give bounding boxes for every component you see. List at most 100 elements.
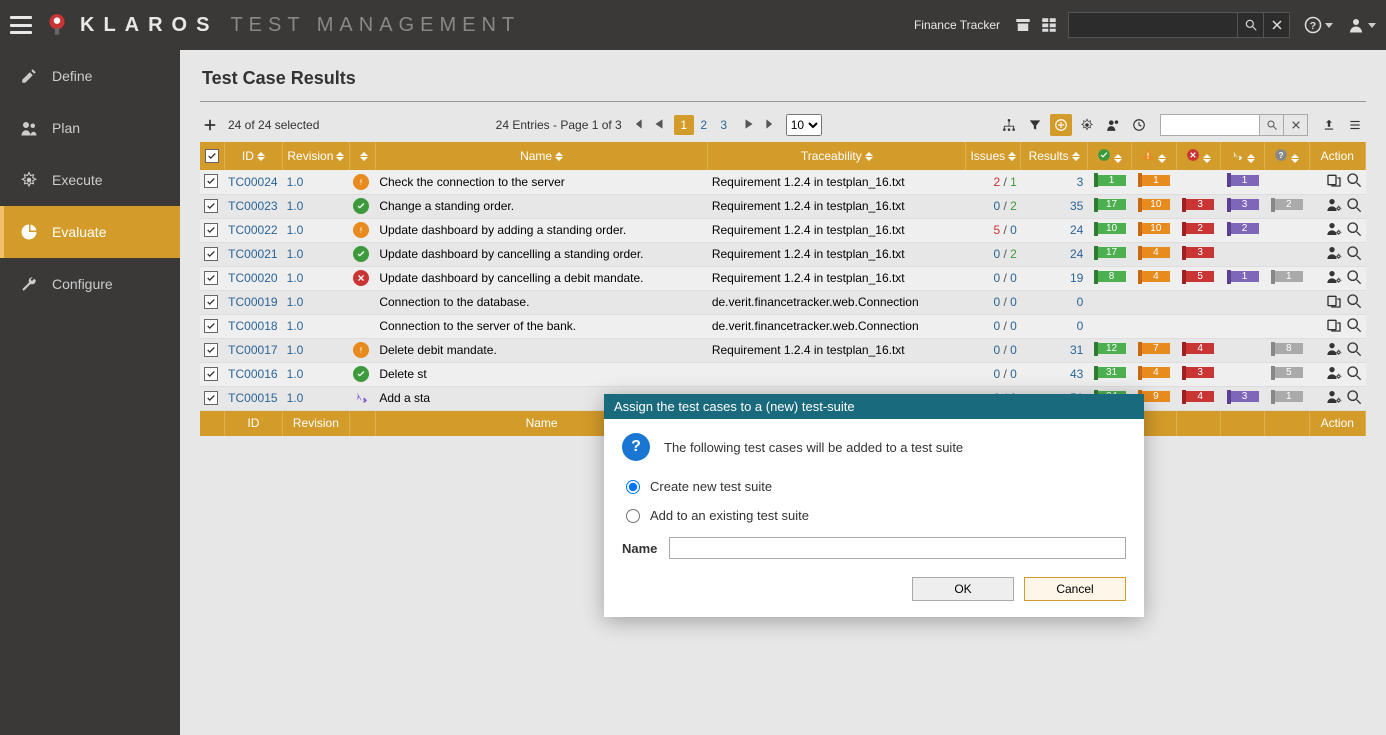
ok-button[interactable]: OK [912,577,1014,601]
magnify-icon[interactable] [1346,293,1362,309]
result-badge: 12 [1094,342,1126,356]
last-page-button[interactable] [764,117,778,134]
add-existing-radio[interactable] [626,509,640,523]
add-button[interactable] [200,115,220,135]
testcase-id-link[interactable]: TC00023 [228,199,277,213]
magnify-icon[interactable] [1346,317,1362,333]
add-existing-suite-option[interactable]: Add to an existing test suite [626,508,1126,523]
table-filter-search-button[interactable] [1260,114,1284,136]
dashboard-icon[interactable] [1040,16,1058,34]
create-new-suite-option[interactable]: Create new test suite [626,479,1126,494]
shuffle-header[interactable] [1220,142,1264,170]
traceability-value: de.verit.financetracker.web.Connection [708,290,966,314]
user-action-icon[interactable] [1326,341,1342,357]
magnify-icon[interactable] [1346,269,1362,285]
testcase-id-link[interactable]: TC00022 [228,223,277,237]
sidebar-item-execute[interactable]: Execute [0,154,180,206]
status-header[interactable] [349,142,375,170]
result-badge: 10 [1138,222,1170,236]
page-3[interactable]: 3 [714,115,734,135]
cancel-button[interactable]: Cancel [1024,577,1126,601]
user-action-icon[interactable] [1326,389,1342,405]
table-filter-clear-button[interactable] [1284,114,1308,136]
search-clear-button[interactable] [1264,12,1290,38]
row-checkbox[interactable] [204,247,218,261]
row-checkbox[interactable] [204,391,218,405]
magnify-icon[interactable] [1346,172,1362,188]
user-action-icon[interactable] [1326,245,1342,261]
first-page-button[interactable] [630,117,644,134]
row-checkbox[interactable] [204,367,218,381]
result-badge: 1 [1227,270,1259,284]
testcase-id-link[interactable]: TC00020 [228,271,277,285]
user-menu[interactable] [1347,16,1376,34]
row-checkbox[interactable] [204,223,218,237]
passed-header[interactable] [1087,142,1131,170]
magnify-icon[interactable] [1346,221,1362,237]
history-icon[interactable] [1128,114,1150,136]
sidebar-item-configure[interactable]: Configure [0,258,180,310]
help-menu[interactable]: ? [1304,16,1333,34]
id-header[interactable]: ID [224,142,282,170]
warning-header[interactable] [1132,142,1176,170]
sidebar-item-evaluate[interactable]: Evaluate [0,206,180,258]
page-2[interactable]: 2 [694,115,714,135]
row-checkbox[interactable] [204,295,218,309]
revision-value: 1.0 [287,199,304,213]
row-checkbox[interactable] [204,343,218,357]
per-page-select[interactable]: 10 [786,114,822,136]
menu-icon[interactable] [1344,114,1366,136]
select-all-header[interactable] [200,142,224,170]
magnify-icon[interactable] [1346,341,1362,357]
link-action-icon[interactable] [1326,172,1342,188]
row-checkbox[interactable] [204,174,218,188]
traceability-header[interactable]: Traceability [708,142,966,170]
failed-header[interactable] [1176,142,1220,170]
testcase-id-link[interactable]: TC00017 [228,343,277,357]
export-icon[interactable] [1318,114,1340,136]
magnify-icon[interactable] [1346,365,1362,381]
page-1[interactable]: 1 [674,115,694,135]
row-checkbox[interactable] [204,271,218,285]
menu-toggle-button[interactable] [10,16,32,34]
table-filter-input[interactable] [1160,114,1260,136]
assign-user-icon[interactable] [1102,114,1124,136]
app-logo [44,12,70,38]
revision-header[interactable]: Revision [283,142,350,170]
link-action-icon[interactable] [1326,293,1342,309]
testcase-id-link[interactable]: TC00018 [228,319,277,333]
archive-icon[interactable] [1014,16,1032,34]
user-action-icon[interactable] [1326,221,1342,237]
settings-icon[interactable] [1076,114,1098,136]
link-action-icon[interactable] [1326,317,1342,333]
row-checkbox[interactable] [204,199,218,213]
suite-name-input[interactable] [669,537,1126,559]
tree-icon[interactable] [998,114,1020,136]
user-action-icon[interactable] [1326,269,1342,285]
user-action-icon[interactable] [1326,197,1342,213]
testcase-id-link[interactable]: TC00024 [228,175,277,189]
testcase-id-link[interactable]: TC00021 [228,247,277,261]
row-checkbox[interactable] [204,319,218,333]
search-button[interactable] [1238,12,1264,38]
testcase-id-link[interactable]: TC00016 [228,367,277,381]
create-new-radio[interactable] [626,480,640,494]
result-badge: 10 [1138,198,1170,212]
magnify-icon[interactable] [1346,389,1362,405]
results-header[interactable]: Results [1021,142,1088,170]
filter-icon[interactable] [1024,114,1046,136]
next-page-button[interactable] [742,117,756,134]
prev-page-button[interactable] [652,117,666,134]
sidebar-item-define[interactable]: Define [0,50,180,102]
magnify-icon[interactable] [1346,197,1362,213]
testcase-id-link[interactable]: TC00019 [228,295,277,309]
sidebar-item-plan[interactable]: Plan [0,102,180,154]
search-input[interactable] [1068,12,1238,38]
user-action-icon[interactable] [1326,365,1342,381]
name-header[interactable]: Name [375,142,708,170]
magnify-icon[interactable] [1346,245,1362,261]
issues-header[interactable]: Issues [966,142,1021,170]
assign-suite-icon[interactable] [1050,114,1072,136]
unknown-header[interactable]: ? [1265,142,1309,170]
testcase-id-link[interactable]: TC00015 [228,391,277,405]
